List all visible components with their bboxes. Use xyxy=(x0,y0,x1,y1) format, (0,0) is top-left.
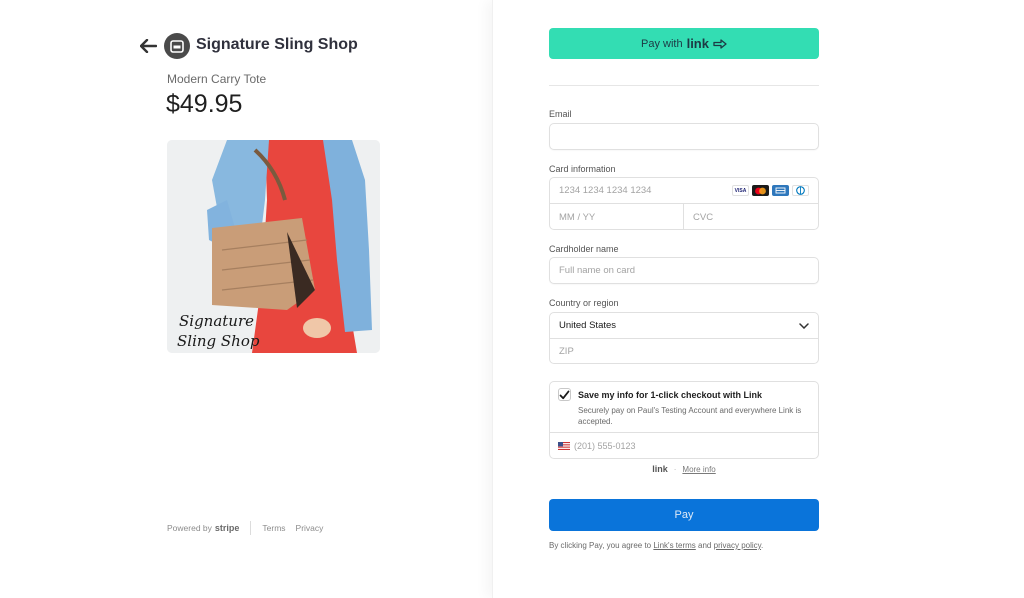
expiry-input[interactable] xyxy=(550,204,700,230)
product-name: Modern Carry Tote xyxy=(167,72,267,86)
product-price: $49.95 xyxy=(166,90,243,118)
country-region-group: United States xyxy=(549,312,819,364)
save-info-checkbox[interactable] xyxy=(558,388,571,401)
link-logo: link xyxy=(652,464,668,474)
pay-terms-text: By clicking Pay, you agree to Link's ter… xyxy=(549,541,763,550)
shop-name: Signature Sling Shop xyxy=(196,36,358,53)
card-brands: VISA xyxy=(732,185,809,196)
footer-divider xyxy=(250,521,252,535)
zip-input[interactable] xyxy=(550,339,818,364)
cardholder-field[interactable] xyxy=(549,257,819,284)
order-summary-pane: Signature Sling Shop Modern Carry Tote $… xyxy=(0,0,492,598)
divider xyxy=(549,85,819,86)
separator-dot: · xyxy=(673,464,677,474)
cardholder-input[interactable] xyxy=(550,258,818,283)
privacy-link[interactable]: Privacy xyxy=(296,523,324,533)
save-info-title: Save my info for 1-click checkout with L… xyxy=(578,390,763,400)
terms-period: . xyxy=(761,541,764,550)
watermark-line1: Signature xyxy=(179,312,254,330)
cvc-input[interactable] xyxy=(684,204,834,230)
email-input[interactable] xyxy=(550,124,818,149)
stripe-logo[interactable]: stripe xyxy=(215,523,240,533)
link-wordmark: link xyxy=(686,36,709,51)
card-information-group: VISA 123 xyxy=(549,177,834,230)
footer: Powered by stripe Terms Privacy xyxy=(167,521,333,535)
pay-with-text: Pay with xyxy=(641,37,683,50)
back-arrow-icon[interactable] xyxy=(138,36,158,56)
email-field[interactable] xyxy=(549,123,819,150)
pay-button[interactable]: Pay xyxy=(549,499,819,531)
links-terms-link[interactable]: Link's terms xyxy=(653,541,695,550)
link-info-row: link · More info xyxy=(549,464,819,474)
amex-icon xyxy=(772,185,789,196)
country-select[interactable]: United States xyxy=(550,313,818,339)
pay-with-link-button[interactable]: Pay with link xyxy=(549,28,819,59)
privacy-policy-link[interactable]: privacy policy xyxy=(714,541,761,550)
cardholder-label: Cardholder name xyxy=(549,244,619,254)
card-info-label: Card information xyxy=(549,164,616,174)
chevron-down-icon xyxy=(799,322,809,329)
powered-by-text: Powered by xyxy=(167,523,212,533)
save-info-description: Securely pay on Paul's Testing Account a… xyxy=(578,406,802,426)
us-flag-icon[interactable] xyxy=(558,442,570,450)
link-save-box: Save my info for 1-click checkout with L… xyxy=(549,381,819,459)
country-label: Country or region xyxy=(549,298,619,308)
arrow-right-icon xyxy=(713,38,727,49)
terms-and: and xyxy=(698,541,712,550)
product-image: Signature Sling Shop xyxy=(167,140,380,353)
checkmark-icon xyxy=(559,390,570,399)
terms-link[interactable]: Terms xyxy=(262,523,285,533)
diners-icon xyxy=(792,185,809,196)
shop-logo-icon xyxy=(164,33,190,59)
card-number-input[interactable] xyxy=(550,178,732,203)
phone-input[interactable] xyxy=(574,433,818,459)
more-info-link[interactable]: More info xyxy=(682,465,715,474)
mastercard-icon xyxy=(752,185,769,196)
visa-icon: VISA xyxy=(732,185,749,196)
terms-prefix: By clicking Pay, you agree to xyxy=(549,541,652,550)
email-label: Email xyxy=(549,109,572,119)
watermark-line2: Sling Shop xyxy=(177,332,260,350)
country-value: United States xyxy=(559,320,617,331)
